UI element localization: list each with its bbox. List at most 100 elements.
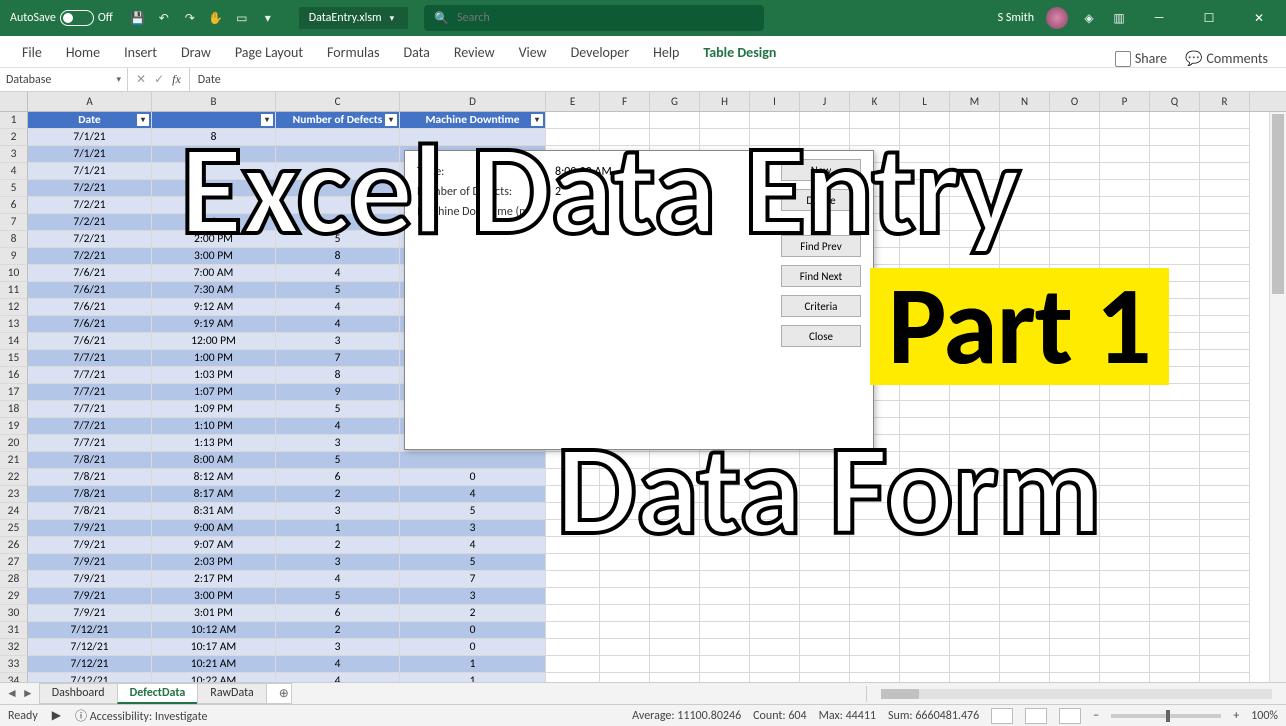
cell[interactable] <box>1150 435 1200 452</box>
cell[interactable] <box>1050 146 1100 163</box>
ribbon-mode-icon[interactable]: ▥ <box>1110 9 1128 27</box>
cell[interactable] <box>950 384 1000 401</box>
cell[interactable]: 7/1/21 <box>28 146 152 163</box>
row-header[interactable]: 11 <box>0 282 28 299</box>
cell[interactable]: 5 <box>400 554 546 571</box>
cell[interactable] <box>1150 469 1200 486</box>
cell[interactable] <box>1000 146 1050 163</box>
cell[interactable] <box>1000 401 1050 418</box>
cell[interactable] <box>1100 452 1150 469</box>
cell[interactable] <box>1100 146 1150 163</box>
cell[interactable] <box>1200 537 1250 554</box>
col-header-J[interactable]: J <box>800 92 850 111</box>
cell[interactable]: 1:00 PM <box>152 350 276 367</box>
cell[interactable] <box>600 537 650 554</box>
cell[interactable]: 1 <box>276 520 400 537</box>
row-header[interactable]: 21 <box>0 452 28 469</box>
cell[interactable] <box>1100 554 1150 571</box>
cell[interactable] <box>650 656 700 673</box>
row-header[interactable]: 2 <box>0 129 28 146</box>
cell[interactable] <box>650 129 700 146</box>
row-header[interactable]: 25 <box>0 520 28 537</box>
cell[interactable]: 4 <box>276 316 400 333</box>
cell[interactable] <box>750 622 800 639</box>
cell[interactable] <box>1200 248 1250 265</box>
cell[interactable] <box>152 197 276 214</box>
cell[interactable] <box>700 112 750 129</box>
row-header[interactable]: 17 <box>0 384 28 401</box>
col-header-N[interactable]: N <box>1000 92 1050 111</box>
cell[interactable]: 7/8/21 <box>28 452 152 469</box>
cell[interactable] <box>700 639 750 656</box>
cell[interactable] <box>600 639 650 656</box>
cell[interactable] <box>1150 656 1200 673</box>
cell[interactable] <box>1100 248 1150 265</box>
form-close-button[interactable]: Close <box>781 325 861 347</box>
cell[interactable] <box>950 520 1000 537</box>
cell[interactable] <box>1200 180 1250 197</box>
cell[interactable] <box>1200 588 1250 605</box>
cell[interactable] <box>950 469 1000 486</box>
cell[interactable]: 7/2/21 <box>28 180 152 197</box>
cell[interactable] <box>900 622 950 639</box>
cell[interactable]: 3 <box>276 435 400 452</box>
cell[interactable]: 5 <box>276 231 400 248</box>
cell[interactable]: 9:07 AM <box>152 537 276 554</box>
tab-file[interactable]: File <box>10 38 54 67</box>
cell[interactable] <box>1000 571 1050 588</box>
cell[interactable] <box>1100 163 1150 180</box>
cell[interactable]: 8:17 AM <box>152 486 276 503</box>
cell[interactable]: 4 <box>276 571 400 588</box>
cell[interactable] <box>1200 146 1250 163</box>
cell[interactable]: 7/2/21 <box>28 197 152 214</box>
cell[interactable] <box>850 571 900 588</box>
table-header-cell[interactable]: Date▾ <box>28 112 152 129</box>
cell[interactable]: 7/6/21 <box>28 299 152 316</box>
cell[interactable] <box>1050 486 1100 503</box>
row-header[interactable]: 19 <box>0 418 28 435</box>
row-header[interactable]: 16 <box>0 367 28 384</box>
cell[interactable] <box>1200 333 1250 350</box>
cell[interactable]: 7/7/21 <box>28 384 152 401</box>
row-header[interactable]: 9 <box>0 248 28 265</box>
cell[interactable] <box>1150 299 1200 316</box>
cell[interactable] <box>1200 469 1250 486</box>
col-header-C[interactable]: C <box>276 92 400 111</box>
cell[interactable] <box>1000 537 1050 554</box>
form-findprev-button[interactable]: Find Prev <box>781 235 861 257</box>
col-header-M[interactable]: M <box>950 92 1000 111</box>
cell[interactable] <box>1050 503 1100 520</box>
cell[interactable] <box>1050 605 1100 622</box>
cell[interactable] <box>900 265 950 282</box>
cell[interactable] <box>1150 503 1200 520</box>
cell[interactable] <box>1000 384 1050 401</box>
cell[interactable] <box>950 605 1000 622</box>
cell[interactable] <box>900 401 950 418</box>
cell[interactable]: 7/2/21 <box>28 231 152 248</box>
row-header[interactable]: 27 <box>0 554 28 571</box>
cell[interactable] <box>700 503 750 520</box>
cell[interactable] <box>850 469 900 486</box>
cell[interactable] <box>1100 214 1150 231</box>
cell[interactable] <box>900 656 950 673</box>
cell[interactable] <box>1100 503 1150 520</box>
cell[interactable]: 7/6/21 <box>28 333 152 350</box>
cell[interactable] <box>546 486 600 503</box>
cell[interactable] <box>1000 418 1050 435</box>
cell[interactable] <box>850 639 900 656</box>
data-form-dialog[interactable]: Time:8:00:00 AM Number of Defects:2 Mach… <box>404 150 874 450</box>
cell[interactable] <box>950 435 1000 452</box>
view-pagebreak-icon[interactable] <box>1059 708 1081 724</box>
cell[interactable] <box>950 231 1000 248</box>
cell[interactable] <box>850 129 900 146</box>
cell[interactable]: 7/2/21 <box>28 248 152 265</box>
autosave-pill[interactable] <box>60 10 94 26</box>
cell[interactable] <box>1000 622 1050 639</box>
cell[interactable]: 8:31 AM <box>152 503 276 520</box>
cell[interactable] <box>1200 554 1250 571</box>
cell[interactable] <box>900 554 950 571</box>
cell[interactable] <box>1150 401 1200 418</box>
cell[interactable] <box>650 605 700 622</box>
cell[interactable] <box>800 112 850 129</box>
cell[interactable] <box>750 537 800 554</box>
